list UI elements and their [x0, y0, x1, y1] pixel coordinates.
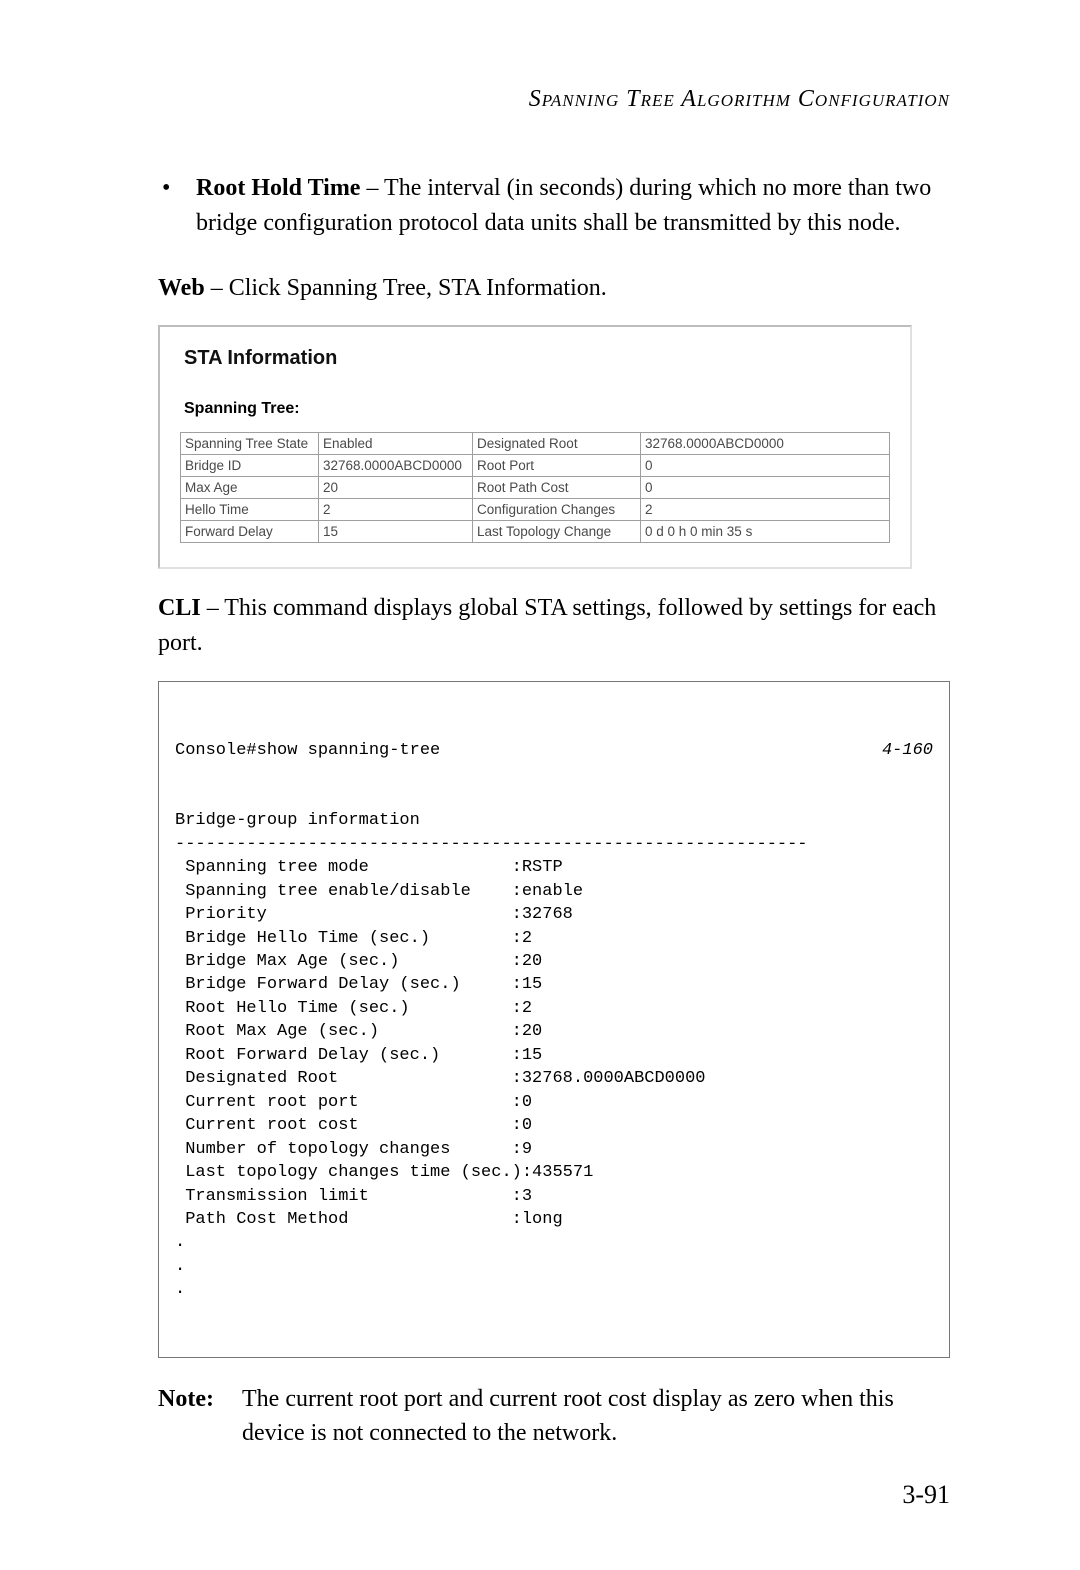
cli-instruction-text: This command displays global STA setting…: [158, 595, 936, 656]
page-number: 3-91: [902, 1480, 950, 1510]
table-row: Spanning Tree State Enabled Designated R…: [181, 433, 890, 455]
note-text: The current root port and current root c…: [242, 1382, 950, 1452]
cli-output-body: Bridge-group information ---------------…: [175, 809, 933, 1302]
cli-output-block: Console#show spanning-tree 4-160 Bridge-…: [158, 681, 950, 1358]
cell-value: 0: [641, 455, 890, 477]
cell-label: Hello Time: [181, 499, 319, 521]
dash: –: [360, 175, 384, 201]
cell-label: Root Path Cost: [473, 477, 641, 499]
cell-label: Root Port: [473, 455, 641, 477]
cli-label: CLI: [158, 595, 201, 621]
cell-label: Configuration Changes: [473, 499, 641, 521]
cli-instruction-line: CLI – This command displays global STA s…: [158, 591, 950, 661]
cell-label: Max Age: [181, 477, 319, 499]
cell-value: 15: [319, 521, 473, 543]
sta-information-panel: STA Information Spanning Tree: Spanning …: [158, 325, 912, 569]
web-instruction-text: Click Spanning Tree, STA Information.: [229, 275, 607, 301]
bullet-text: Root Hold Time – The interval (in second…: [196, 171, 950, 241]
cell-value: 2: [319, 499, 473, 521]
table-row: Max Age 20 Root Path Cost 0: [181, 477, 890, 499]
cell-value: 32768.0000ABCD0000: [641, 433, 890, 455]
bullet-marker: •: [158, 171, 196, 241]
cli-command-row: Console#show spanning-tree 4-160: [175, 739, 933, 762]
cell-label: Spanning Tree State: [181, 433, 319, 455]
cell-value: 32768.0000ABCD0000: [319, 455, 473, 477]
panel-title: STA Information: [184, 347, 890, 370]
note-block: Note: The current root port and current …: [158, 1382, 950, 1452]
term-root-hold-time: Root Hold Time: [196, 175, 360, 201]
cell-label: Bridge ID: [181, 455, 319, 477]
table-row: Hello Time 2 Configuration Changes 2: [181, 499, 890, 521]
note-label: Note:: [158, 1382, 242, 1452]
table-row: Forward Delay 15 Last Topology Change 0 …: [181, 521, 890, 543]
cell-value: 20: [319, 477, 473, 499]
table-row: Bridge ID 32768.0000ABCD0000 Root Port 0: [181, 455, 890, 477]
cell-value: 0: [641, 477, 890, 499]
cell-value: 2: [641, 499, 890, 521]
bullet-root-hold-time: • Root Hold Time – The interval (in seco…: [158, 171, 950, 241]
cell-label: Last Topology Change: [473, 521, 641, 543]
cell-value: Enabled: [319, 433, 473, 455]
running-header: Spanning Tree Algorithm Configuration: [158, 86, 950, 113]
cli-page-ref: 4-160: [862, 739, 933, 762]
cell-label: Forward Delay: [181, 521, 319, 543]
dash: –: [205, 275, 229, 301]
web-label: Web: [158, 275, 205, 301]
web-instruction-line: Web – Click Spanning Tree, STA Informati…: [158, 271, 950, 306]
cell-label: Designated Root: [473, 433, 641, 455]
cell-value: 0 d 0 h 0 min 35 s: [641, 521, 890, 543]
dash: –: [201, 595, 225, 621]
panel-subtitle: Spanning Tree:: [184, 400, 890, 418]
cli-command: Console#show spanning-tree: [175, 739, 440, 762]
sta-table: Spanning Tree State Enabled Designated R…: [180, 432, 890, 543]
page: Spanning Tree Algorithm Configuration • …: [0, 0, 1080, 1570]
